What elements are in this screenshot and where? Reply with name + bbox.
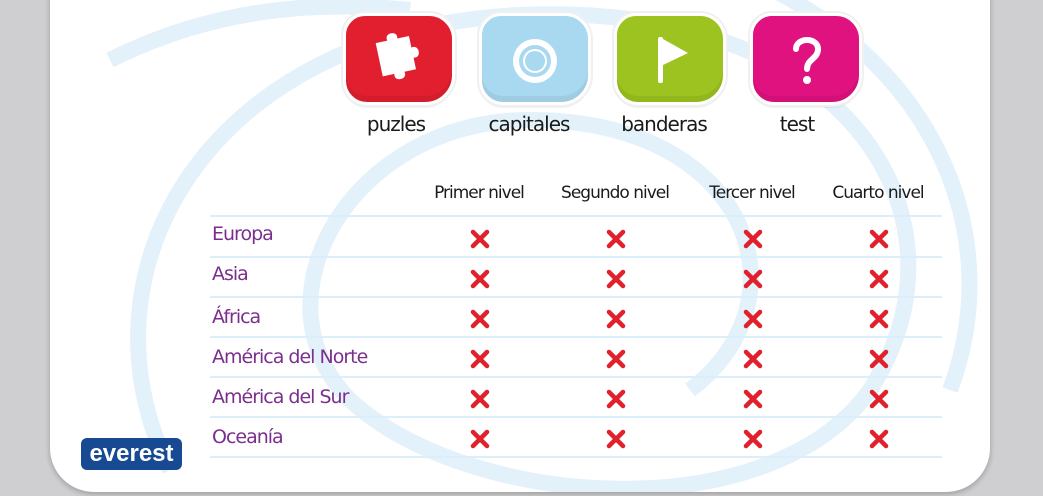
region-label-oceania: Oceanía — [212, 426, 284, 448]
mode-label-puzles[interactable]: puzles — [336, 112, 456, 136]
table-divider — [210, 336, 942, 338]
level-cross-mark[interactable] — [742, 268, 764, 290]
level-cross-mark[interactable] — [605, 228, 627, 250]
flag-icon — [658, 37, 688, 83]
level-header-4: Cuarto nivel — [832, 183, 924, 203]
table-divider — [210, 296, 942, 298]
level-cross-mark[interactable] — [742, 388, 764, 410]
puzzle-piece-icon — [375, 33, 419, 80]
level-cross-mark[interactable] — [469, 308, 491, 330]
level-cross-mark[interactable] — [868, 348, 890, 370]
level-header-1: Primer nivel — [434, 183, 525, 203]
level-cross-mark[interactable] — [868, 268, 890, 290]
mode-capitales-button[interactable] — [477, 11, 593, 107]
region-label-asia: Asia — [212, 263, 249, 285]
level-cross-mark[interactable] — [605, 308, 627, 330]
mode-test-button[interactable] — [748, 11, 864, 107]
level-cross-mark[interactable] — [742, 348, 764, 370]
level-cross-mark[interactable] — [742, 228, 764, 250]
level-cross-mark[interactable] — [469, 268, 491, 290]
mode-label-banderas[interactable]: banderas — [604, 112, 724, 136]
level-cross-mark[interactable] — [469, 428, 491, 450]
level-cross-mark[interactable] — [469, 388, 491, 410]
mode-puzles-button[interactable] — [341, 11, 457, 107]
level-cross-mark[interactable] — [605, 348, 627, 370]
region-label-europa: Europa — [212, 223, 274, 245]
table-divider — [210, 256, 942, 258]
region-label-america-sur: América del Sur — [212, 386, 349, 408]
level-cross-mark[interactable] — [469, 348, 491, 370]
level-cross-mark[interactable] — [868, 388, 890, 410]
level-cross-mark[interactable] — [605, 428, 627, 450]
table-divider — [210, 456, 942, 458]
mode-label-test[interactable]: test — [737, 112, 857, 136]
region-label-america-norte: América del Norte — [212, 346, 368, 368]
level-header-2: Segundo nivel — [561, 183, 670, 203]
level-cross-mark[interactable] — [742, 308, 764, 330]
level-cross-mark[interactable] — [742, 428, 764, 450]
table-divider — [210, 376, 942, 378]
target-ring-icon — [513, 39, 557, 83]
level-cross-mark[interactable] — [868, 228, 890, 250]
table-divider — [210, 416, 942, 418]
mode-banderas-button[interactable] — [612, 11, 728, 107]
level-cross-mark[interactable] — [868, 428, 890, 450]
level-cross-mark[interactable] — [868, 308, 890, 330]
region-label-africa: África — [212, 306, 261, 328]
level-header-3: Tercer nivel — [709, 183, 796, 203]
level-cross-mark[interactable] — [605, 268, 627, 290]
question-mark-icon — [793, 37, 822, 84]
level-cross-mark[interactable] — [469, 228, 491, 250]
mode-label-capitales[interactable]: capitales — [469, 112, 589, 136]
level-cross-mark[interactable] — [605, 388, 627, 410]
main-panel: puzles capitales banderas test Primer ni… — [50, 0, 990, 492]
table-divider — [210, 215, 942, 217]
everest-logo: everest — [81, 438, 182, 470]
